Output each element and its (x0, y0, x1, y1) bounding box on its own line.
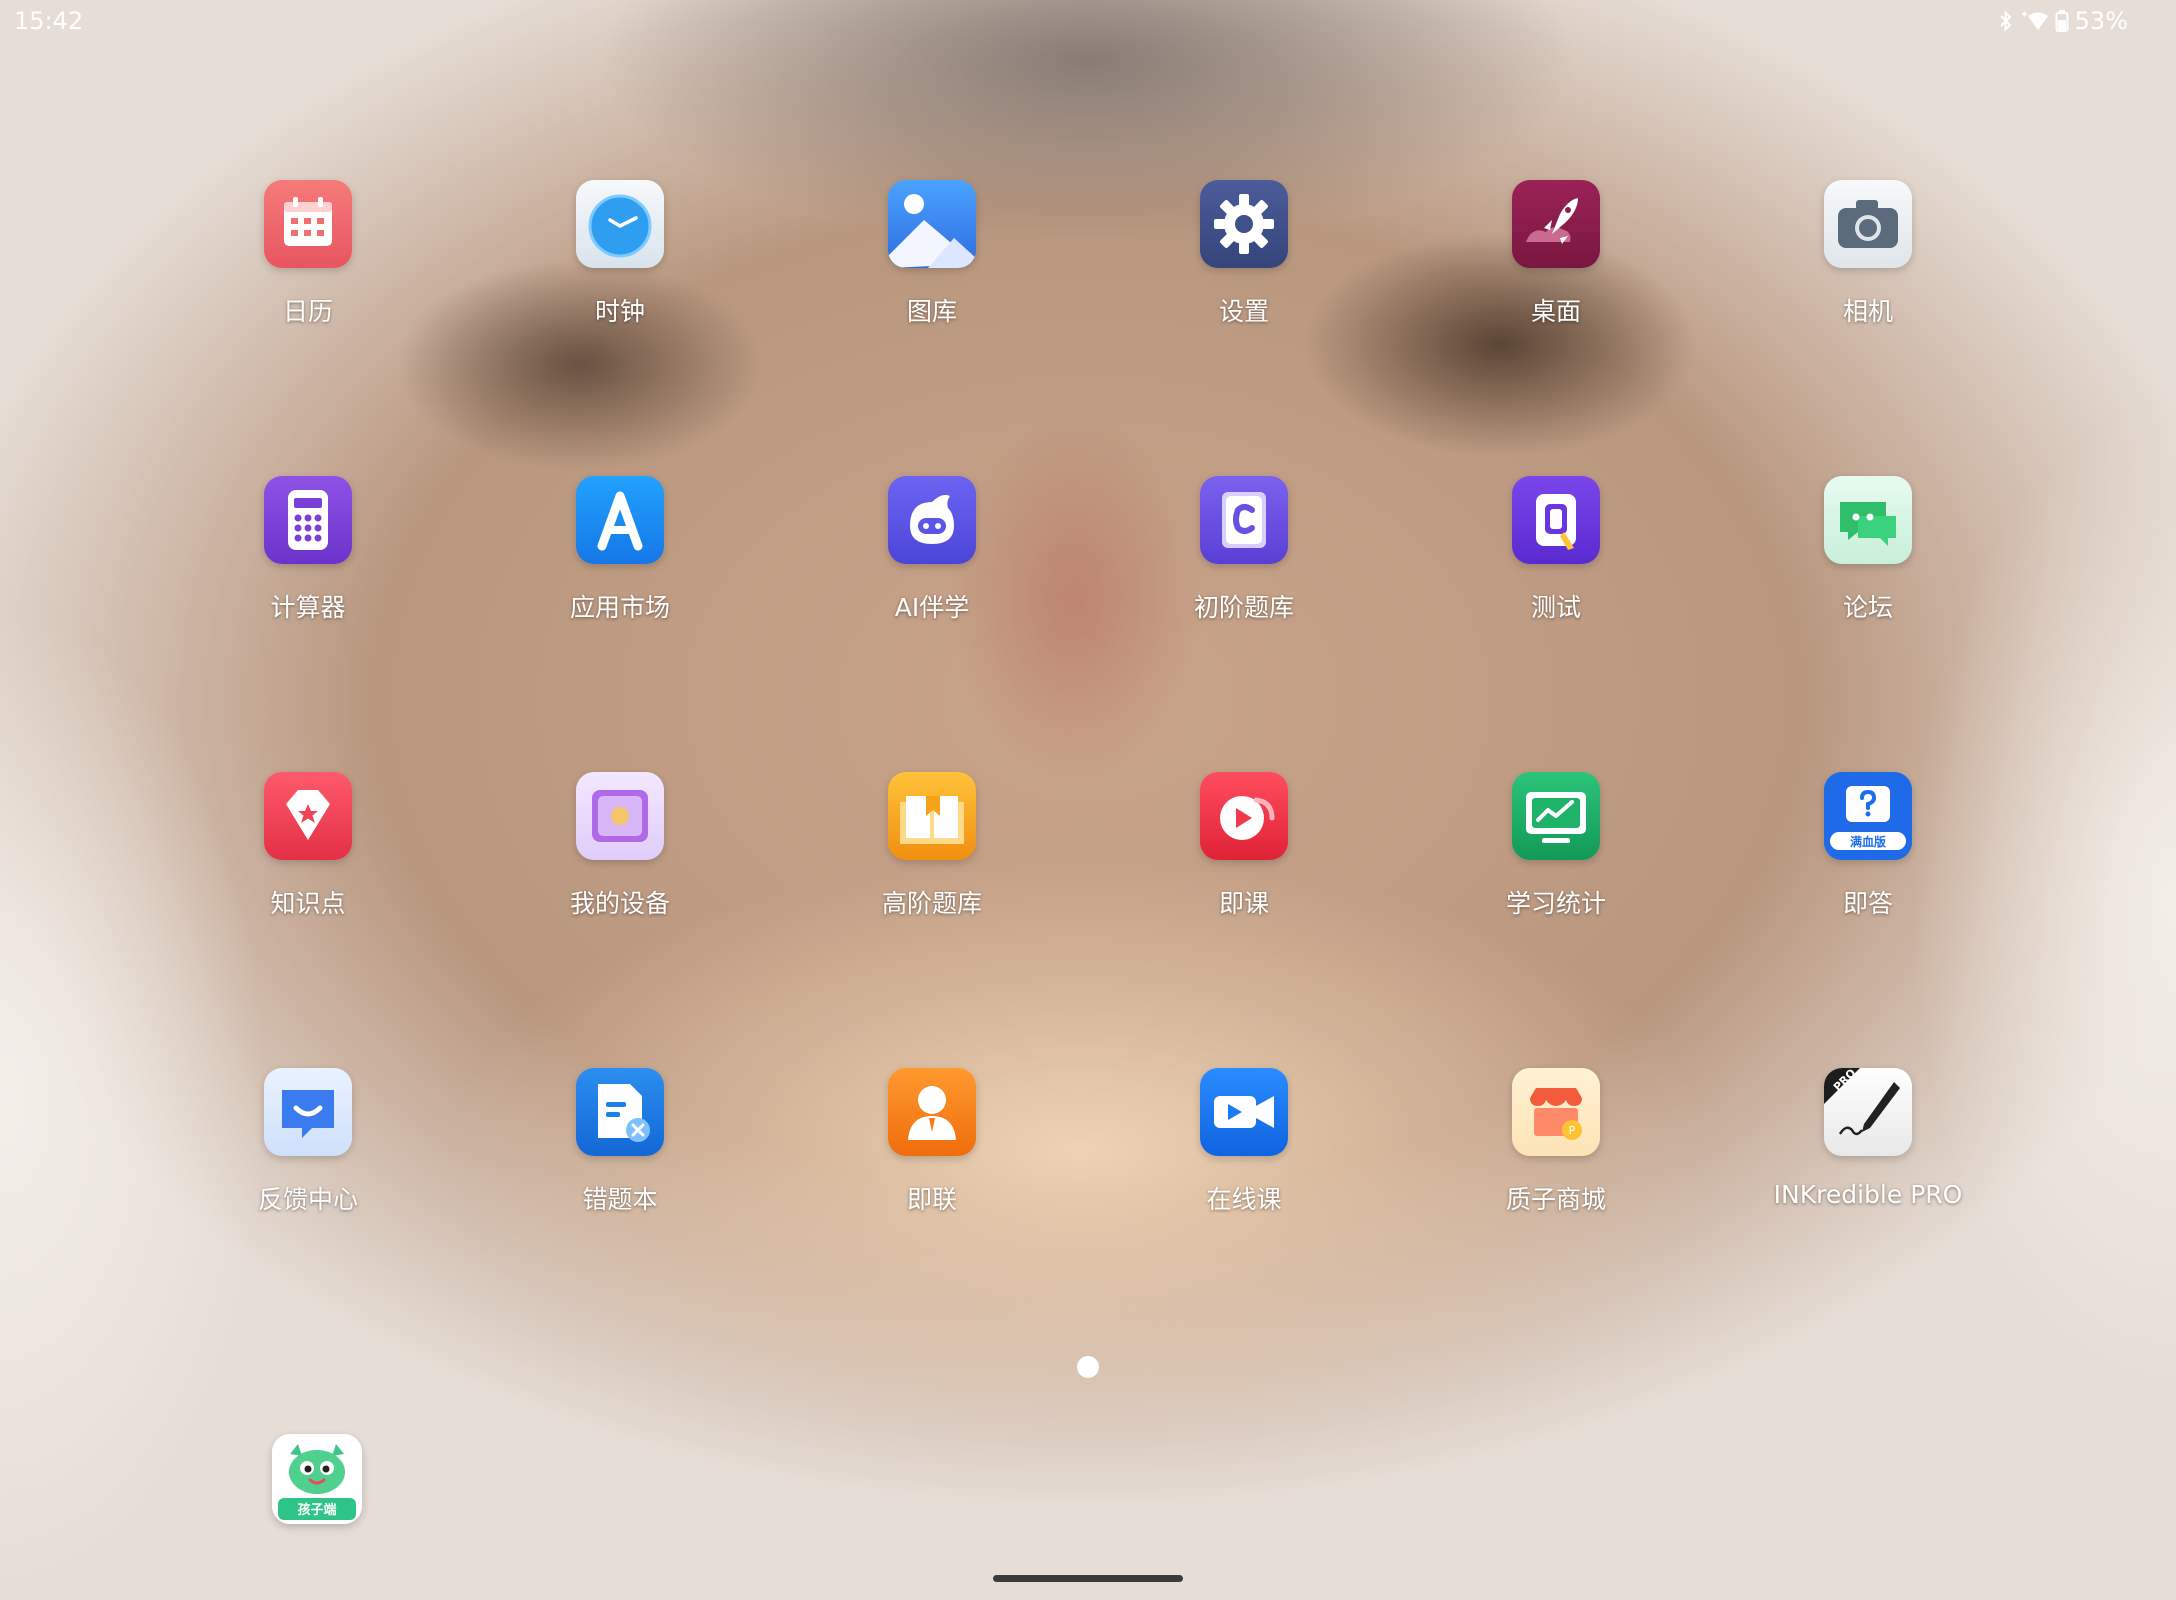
app-label: 桌面 (1530, 297, 1581, 326)
play-lesson-icon (1200, 772, 1288, 860)
app-label: INKredible PRO (1773, 1180, 1963, 1209)
quick-answer-badge: 满血版 (1850, 834, 1886, 849)
inkredible-pen-icon: PRO (1824, 1068, 1912, 1156)
online-class-icon (1200, 1068, 1288, 1156)
shop-icon: P (1512, 1068, 1600, 1156)
app-clock[interactable]: 时钟 (500, 180, 740, 380)
forum-icon (1824, 476, 1912, 564)
app-label: 论坛 (1842, 593, 1893, 622)
app-label: 高阶题库 (881, 889, 982, 918)
app-quick-answer[interactable]: 满血版 即答 (1748, 772, 1988, 972)
advanced-bank-icon (888, 772, 976, 860)
rocket-icon (1512, 180, 1600, 268)
status-time: 15:42 (14, 7, 84, 35)
app-label: 设置 (1218, 297, 1269, 326)
app-desktop[interactable]: 桌面 (1436, 180, 1676, 380)
app-inkredible[interactable]: PRO INKredible PRO (1748, 1068, 1988, 1268)
app-advanced-bank[interactable]: 高阶题库 (812, 772, 1052, 972)
app-label: 日历 (282, 297, 333, 326)
app-label: 测试 (1530, 593, 1581, 622)
app-feedback[interactable]: 反馈中心 (188, 1068, 428, 1268)
contact-icon (888, 1068, 976, 1156)
app-label: 图库 (906, 297, 957, 326)
calendar-icon (264, 180, 352, 268)
page-indicator-dot[interactable] (1077, 1356, 1099, 1378)
app-proton-mall[interactable]: P 质子商城 (1436, 1068, 1676, 1268)
app-label: 初阶题库 (1193, 593, 1294, 622)
home-gesture-bar[interactable] (993, 1575, 1183, 1582)
battery-icon (2055, 10, 2069, 32)
bluetooth-icon (1999, 10, 2012, 32)
app-label: 质子商城 (1505, 1185, 1606, 1214)
wifi-icon (2021, 11, 2048, 30)
app-basic-bank[interactable]: 初阶题库 (1124, 476, 1364, 676)
app-camera[interactable]: 相机 (1748, 180, 1988, 380)
app-gallery[interactable]: 图库 (812, 180, 1052, 380)
app-test[interactable]: 测试 (1436, 476, 1676, 676)
question-bank-c-icon (1200, 476, 1288, 564)
app-store-icon (576, 476, 664, 564)
status-bar: 15:42 53% (0, 0, 2176, 44)
wrong-questions-icon (576, 1068, 664, 1156)
app-label: 错题本 (582, 1185, 658, 1214)
app-my-device[interactable]: 我的设备 (500, 772, 740, 972)
feedback-icon (264, 1068, 352, 1156)
my-device-icon (576, 772, 664, 860)
app-label: 反馈中心 (257, 1185, 358, 1214)
app-label: 即联 (906, 1185, 957, 1214)
knowledge-point-icon (264, 772, 352, 860)
app-wrong-book[interactable]: 错题本 (500, 1068, 740, 1268)
app-contact[interactable]: 即联 (812, 1068, 1052, 1268)
dock-app-label: 孩子端 (297, 1502, 336, 1518)
ai-mascot-icon (888, 476, 976, 564)
gear-icon (1200, 180, 1288, 268)
app-label: 计算器 (270, 593, 346, 622)
camera-icon (1824, 180, 1912, 268)
app-market[interactable]: 应用市场 (500, 476, 740, 676)
app-label: 学习统计 (1505, 889, 1606, 918)
calculator-icon (264, 476, 352, 564)
battery-percent: 53% (2074, 7, 2128, 35)
app-calendar[interactable]: 日历 (188, 180, 428, 380)
svg-text:P: P (1569, 1124, 1576, 1137)
app-label: 时钟 (594, 297, 645, 326)
app-label: 知识点 (270, 889, 346, 918)
test-icon (1512, 476, 1600, 564)
app-settings[interactable]: 设置 (1124, 180, 1364, 380)
app-label: 即课 (1218, 889, 1269, 918)
app-label: 相机 (1842, 297, 1893, 326)
kids-mascot-icon: 孩子端 (272, 1434, 362, 1524)
status-icons: 53% (1999, 7, 2128, 35)
dock-app-kids[interactable]: 孩子端 (272, 1434, 362, 1524)
app-knowledge[interactable]: 知识点 (188, 772, 428, 972)
gallery-icon (888, 180, 976, 268)
app-ai-study[interactable]: AI伴学 (812, 476, 1052, 676)
app-study-stats[interactable]: 学习统计 (1436, 772, 1676, 972)
app-calculator[interactable]: 计算器 (188, 476, 428, 676)
app-forum[interactable]: 论坛 (1748, 476, 1988, 676)
app-label: 我的设备 (569, 889, 670, 918)
app-online-class[interactable]: 在线课 (1124, 1068, 1364, 1268)
app-label: 即答 (1842, 889, 1893, 918)
quick-answer-icon: 满血版 (1824, 772, 1912, 860)
app-instant-lesson[interactable]: 即课 (1124, 772, 1364, 972)
app-label: AI伴学 (894, 593, 970, 622)
study-stats-icon (1512, 772, 1600, 860)
app-label: 在线课 (1206, 1185, 1282, 1214)
app-label: 应用市场 (569, 593, 670, 622)
clock-icon (576, 180, 664, 268)
